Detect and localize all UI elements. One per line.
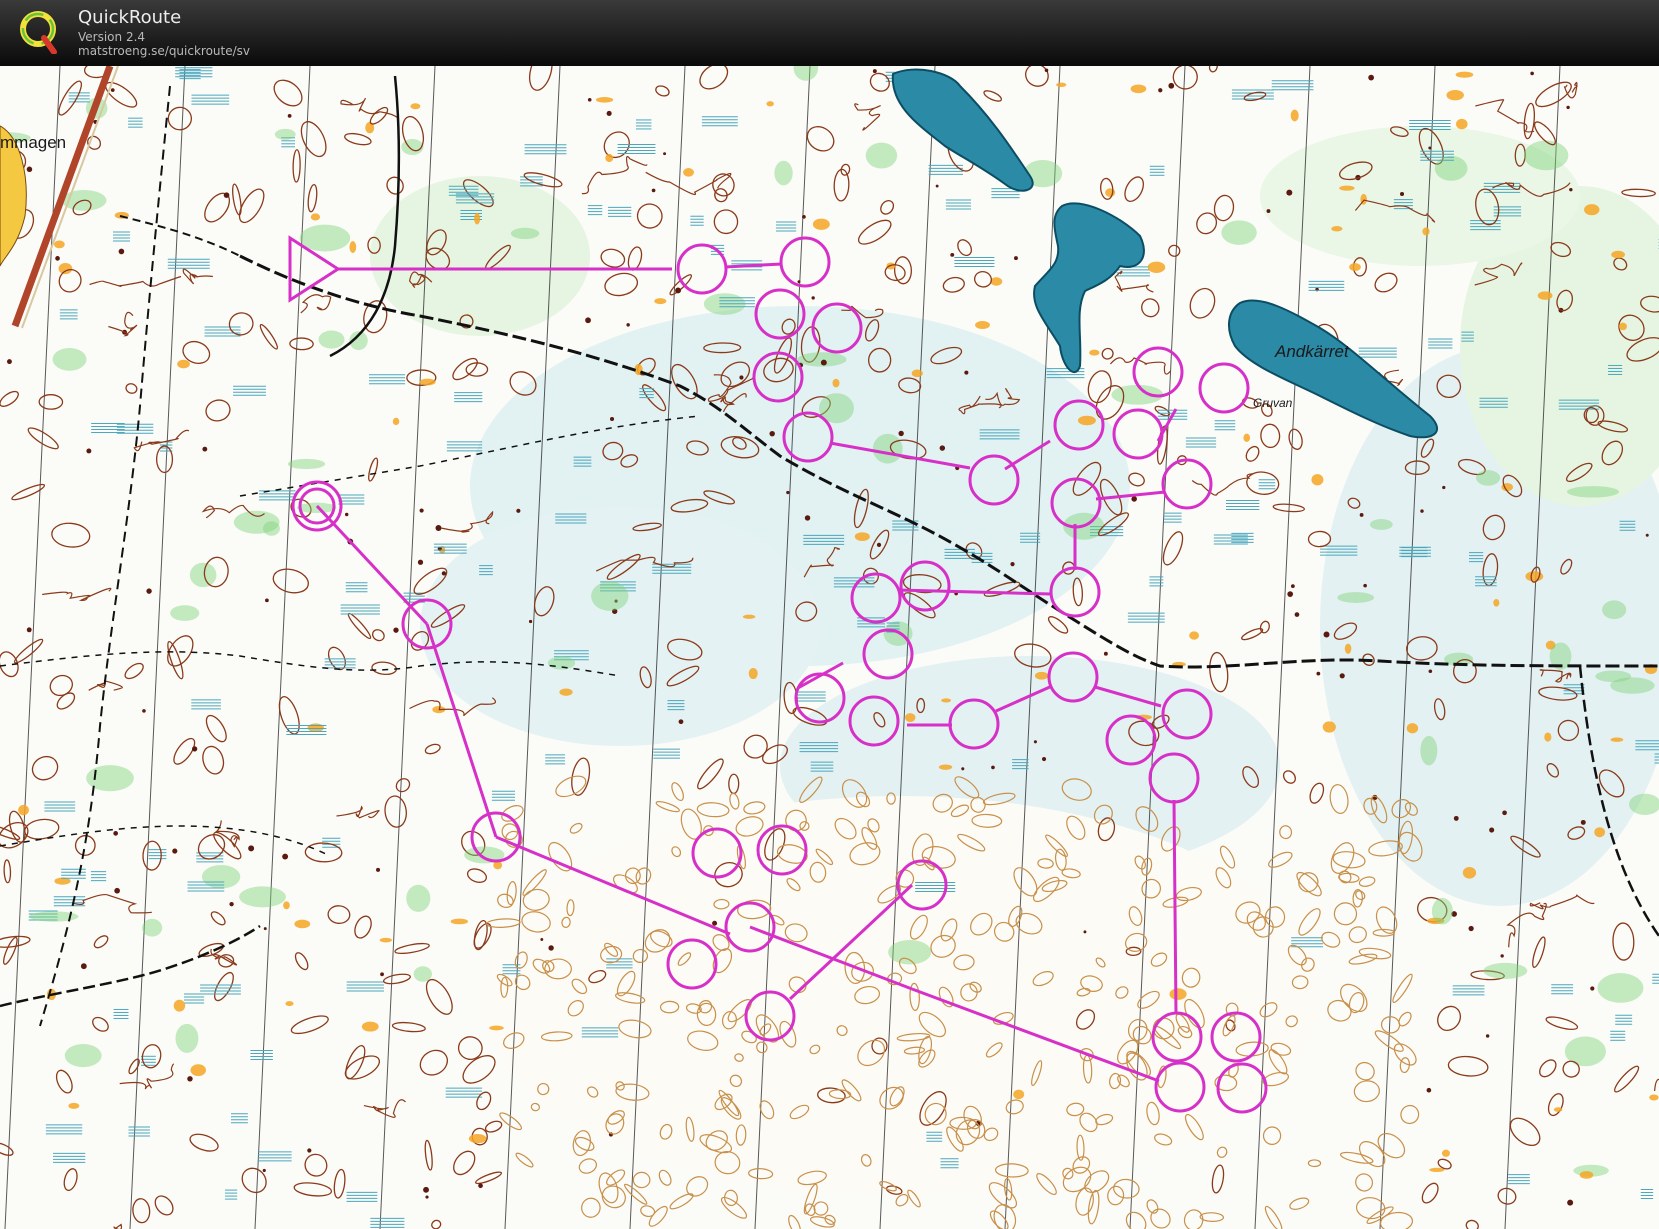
map-canvas[interactable]: Andkärret Gruvan mmagen — [0, 66, 1659, 1229]
title-bar: QuickRoute Version 2.4 matstroeng.se/qui… — [0, 0, 1659, 67]
orienteering-map[interactable]: Andkärret Gruvan mmagen — [0, 66, 1659, 1229]
mine-label: Gruvan — [1253, 396, 1293, 410]
app-url: matstroeng.se/quickroute/sv — [78, 44, 251, 58]
quickroute-window: QuickRoute Version 2.4 matstroeng.se/qui… — [0, 0, 1659, 1229]
lake-label: Andkärret — [1274, 342, 1350, 361]
app-version: Version 2.4 — [78, 30, 146, 44]
quickroute-logo-icon — [20, 11, 57, 54]
edge-place-label: mmagen — [0, 133, 66, 152]
app-title: QuickRoute — [78, 7, 182, 28]
vegetation-layer — [0, 66, 1659, 1229]
